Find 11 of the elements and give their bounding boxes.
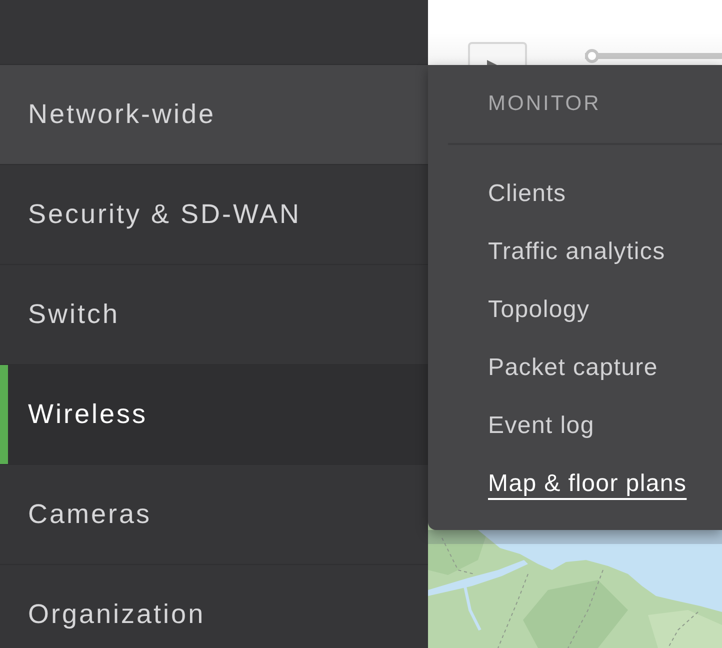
slider-thumb[interactable] <box>585 49 599 63</box>
nav-item[interactable]: Network-wide <box>0 64 428 164</box>
menu-item[interactable]: Traffic analytics <box>488 223 666 281</box>
menu-item[interactable]: Event log <box>488 397 594 455</box>
menu-item[interactable]: Packet capture <box>488 339 658 397</box>
menu-item[interactable]: Topology <box>488 281 590 339</box>
nav-item[interactable]: Wireless <box>0 364 428 464</box>
play-button[interactable] <box>468 42 527 65</box>
section-heading: MONITOR <box>488 91 601 118</box>
menu-item[interactable]: Map & floor plans <box>488 455 687 513</box>
menu-item[interactable]: Clients <box>488 165 566 223</box>
